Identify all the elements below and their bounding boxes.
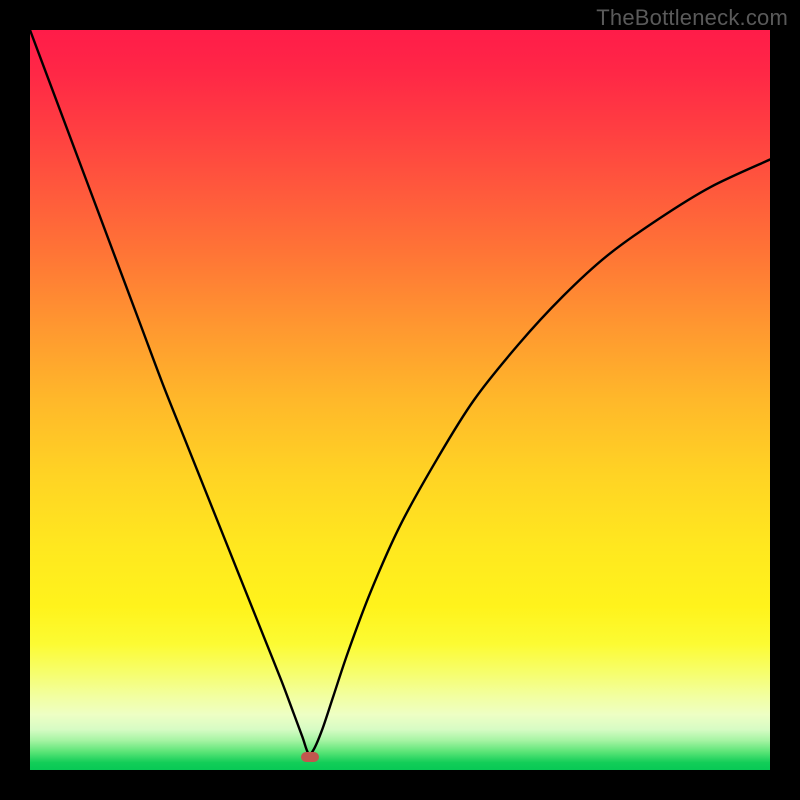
bottleneck-curve <box>30 30 770 754</box>
minimum-marker <box>301 752 319 762</box>
curve-layer <box>30 30 770 770</box>
plot-area <box>30 30 770 770</box>
frame: TheBottleneck.com <box>0 0 800 800</box>
watermark-text: TheBottleneck.com <box>596 5 788 31</box>
